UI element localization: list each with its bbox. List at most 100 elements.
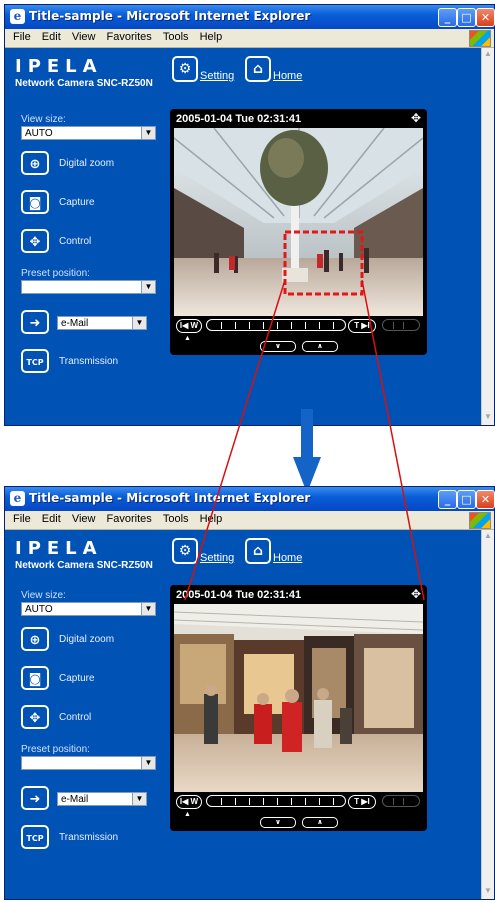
home-label[interactable]: Home: [273, 70, 302, 82]
home-label[interactable]: Home: [273, 552, 302, 564]
tcp-udp-icon[interactable]: TCP: [21, 825, 49, 849]
camera-image-zoomed[interactable]: [174, 604, 423, 792]
menu-view[interactable]: View: [72, 31, 96, 43]
camera-image-wide[interactable]: [174, 128, 423, 316]
zoom-slider-track[interactable]: [206, 319, 346, 331]
nav-down-button[interactable]: ∨: [260, 341, 296, 352]
timestamp: 2005-01-04 Tue 02:31:41: [176, 113, 302, 125]
chevron-down-icon[interactable]: ▼: [132, 793, 146, 805]
zoom-pointer-icon: ▲: [184, 335, 191, 342]
control-tool[interactable]: ✥ Control: [21, 229, 91, 253]
scroll-up-icon[interactable]: ▲: [483, 531, 493, 543]
menu-help[interactable]: Help: [200, 31, 223, 43]
nav-down-button[interactable]: ∨: [260, 817, 296, 828]
zoom-bar: I◀ W T ▶I: [176, 795, 421, 809]
zoom-tele-button[interactable]: T ▶I: [348, 319, 376, 333]
preset-position-select[interactable]: ▼: [21, 280, 156, 294]
control-tool[interactable]: ✥ Control: [21, 705, 91, 729]
transmission-tool[interactable]: TCP Transmission: [21, 825, 118, 849]
minimize-button[interactable]: _: [438, 490, 457, 509]
menu-favorites[interactable]: Favorites: [107, 31, 152, 43]
zoom-wide-button[interactable]: I◀ W: [176, 319, 202, 333]
send-arrow-icon[interactable]: ➜: [21, 786, 49, 810]
view-size-select[interactable]: AUTO ▼: [21, 126, 156, 140]
chevron-down-icon[interactable]: ▼: [132, 317, 146, 329]
zoom-bar: I◀ W T ▶I: [176, 319, 421, 333]
move-icon[interactable]: ✥: [411, 587, 421, 601]
capture-tool[interactable]: ◙ Capture: [21, 666, 95, 690]
send-method-select[interactable]: e-Mail ▼: [57, 316, 147, 330]
title-bar: e Title-sample - Microsoft Internet Expl…: [5, 487, 495, 511]
ie-icon: e: [10, 9, 25, 24]
menu-edit[interactable]: Edit: [42, 31, 61, 43]
preset-position-select[interactable]: ▼: [21, 756, 156, 770]
control-icon[interactable]: ✥: [21, 705, 49, 729]
setting-link[interactable]: ⚙ Setting: [172, 538, 234, 564]
nav-up-button[interactable]: ∧: [302, 341, 338, 352]
menu-tools[interactable]: Tools: [163, 31, 189, 43]
view-size-value: AUTO: [25, 604, 53, 615]
vertical-scrollbar[interactable]: ▲ ▼: [481, 530, 494, 899]
menu-edit[interactable]: Edit: [42, 513, 61, 525]
send-method-value: e-Mail: [61, 318, 89, 329]
send-arrow-icon[interactable]: ➜: [21, 310, 49, 334]
menu-help[interactable]: Help: [200, 513, 223, 525]
magnifier-plus-icon[interactable]: ⊕: [21, 151, 49, 175]
vertical-scrollbar[interactable]: ▲ ▼: [481, 48, 494, 425]
control-label: Control: [59, 711, 92, 723]
menu-tools[interactable]: Tools: [163, 513, 189, 525]
send-tool[interactable]: ➜: [21, 310, 49, 334]
zoom-wide-button[interactable]: I◀ W: [176, 795, 202, 809]
windows-logo-icon: [469, 512, 491, 529]
transmission-tool[interactable]: TCP Transmission: [21, 349, 118, 373]
scroll-down-icon[interactable]: ▼: [483, 886, 493, 898]
view-size-value: AUTO: [25, 128, 53, 139]
camera-model: Network Camera SNC-RZ50N: [15, 560, 153, 571]
setting-label[interactable]: Setting: [200, 552, 234, 564]
menu-view[interactable]: View: [72, 513, 96, 525]
home-link[interactable]: ⌂ Home: [245, 538, 302, 564]
nav-up-button[interactable]: ∧: [302, 817, 338, 828]
setting-link[interactable]: ⚙ Setting: [172, 56, 234, 82]
digital-zoom-tool[interactable]: ⊕ Digital zoom: [21, 627, 114, 651]
send-method-select[interactable]: e-Mail ▼: [57, 792, 147, 806]
ie-icon: e: [10, 491, 25, 506]
digital-zoom-tool[interactable]: ⊕ Digital zoom: [21, 151, 114, 175]
setting-icon: ⚙: [172, 538, 198, 564]
send-tool[interactable]: ➜: [21, 786, 49, 810]
chevron-down-icon[interactable]: ▼: [141, 757, 155, 769]
close-button[interactable]: ✕: [476, 8, 495, 27]
home-icon: ⌂: [245, 56, 271, 82]
chevron-down-icon[interactable]: ▼: [141, 127, 155, 139]
scroll-down-icon[interactable]: ▼: [483, 412, 493, 424]
menu-file[interactable]: File: [13, 513, 31, 525]
maximize-button[interactable]: □: [457, 8, 476, 27]
tcp-udp-icon[interactable]: TCP: [21, 349, 49, 373]
chevron-down-icon[interactable]: ▼: [141, 603, 155, 615]
capture-label: Capture: [59, 672, 95, 684]
preset-position-label: Preset position:: [21, 744, 90, 755]
close-button[interactable]: ✕: [476, 490, 495, 509]
menu-favorites[interactable]: Favorites: [107, 513, 152, 525]
windows-logo-icon: [469, 30, 491, 47]
zoom-tele-button[interactable]: T ▶I: [348, 795, 376, 809]
control-icon[interactable]: ✥: [21, 229, 49, 253]
view-size-label: View size:: [21, 590, 66, 601]
move-icon[interactable]: ✥: [411, 111, 421, 125]
digital-zoom-label: Digital zoom: [59, 633, 115, 645]
setting-label[interactable]: Setting: [200, 70, 234, 82]
view-size-select[interactable]: AUTO ▼: [21, 602, 156, 616]
scroll-up-icon[interactable]: ▲: [483, 49, 493, 61]
capture-icon[interactable]: ◙: [21, 190, 49, 214]
magnifier-plus-icon[interactable]: ⊕: [21, 627, 49, 651]
zoom-slider-track[interactable]: [206, 795, 346, 807]
brand-block: IPELA Network Camera SNC-RZ50N: [15, 58, 153, 90]
chevron-down-icon[interactable]: ▼: [141, 281, 155, 293]
capture-tool[interactable]: ◙ Capture: [21, 190, 95, 214]
menu-file[interactable]: File: [13, 31, 31, 43]
minimize-button[interactable]: _: [438, 8, 457, 27]
capture-icon[interactable]: ◙: [21, 666, 49, 690]
home-link[interactable]: ⌂ Home: [245, 56, 302, 82]
maximize-button[interactable]: □: [457, 490, 476, 509]
browser-window-before: e Title-sample - Microsoft Internet Expl…: [4, 4, 495, 426]
